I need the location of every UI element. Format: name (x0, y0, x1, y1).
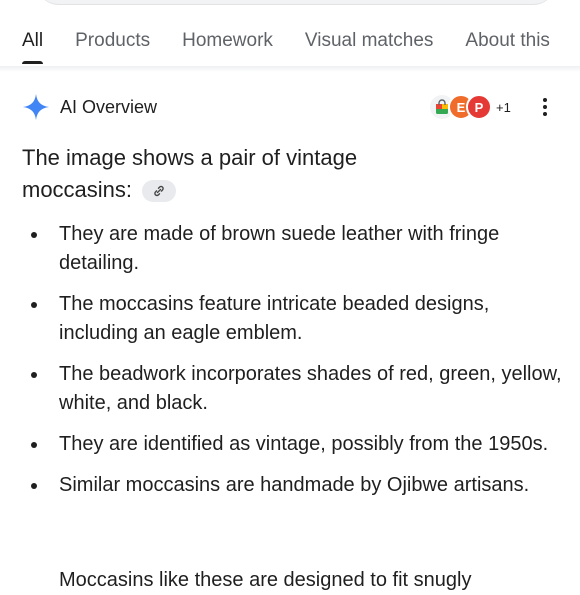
ai-overview-header: AI Overview E P +1 (22, 90, 562, 124)
tab-about-this[interactable]: About this (465, 18, 550, 64)
sparkle-icon (23, 94, 49, 120)
truncated-paragraph: Moccasins like these are designed to fit… (59, 569, 472, 591)
intro-text: The image shows a pair of vintage moccas… (22, 145, 358, 202)
more-options-icon[interactable] (532, 94, 558, 120)
tabs-divider (0, 66, 580, 72)
list-item: Similar moccasins are handmade by Ojibwe… (22, 471, 562, 500)
ai-overview-intro: The image shows a pair of vintage moccas… (22, 142, 442, 206)
citation-link-icon[interactable] (142, 180, 177, 203)
sources-more-count[interactable]: +1 (496, 100, 511, 115)
ai-overview-bullets: They are made of brown suede leather wit… (22, 220, 562, 512)
list-item: They are identified as vintage, possibly… (22, 430, 562, 459)
pinterest-icon[interactable]: P (466, 94, 492, 120)
list-item: The beadwork incorporates shades of red,… (22, 360, 562, 418)
search-tabs: All Products Homework Visual matches Abo… (0, 18, 580, 66)
tab-all[interactable]: All (22, 18, 44, 64)
list-item: The moccasins feature intricate beaded d… (22, 290, 562, 348)
ai-overview-title: AI Overview (60, 96, 158, 117)
tab-products[interactable]: Products (75, 18, 150, 64)
tab-visual-matches[interactable]: Visual matches (305, 18, 434, 64)
list-item: They are made of brown suede leather wit… (22, 220, 562, 278)
search-bar-bottom[interactable] (36, 0, 556, 5)
tab-homework[interactable]: Homework (182, 18, 273, 64)
source-icons[interactable]: E P +1 (428, 90, 511, 124)
